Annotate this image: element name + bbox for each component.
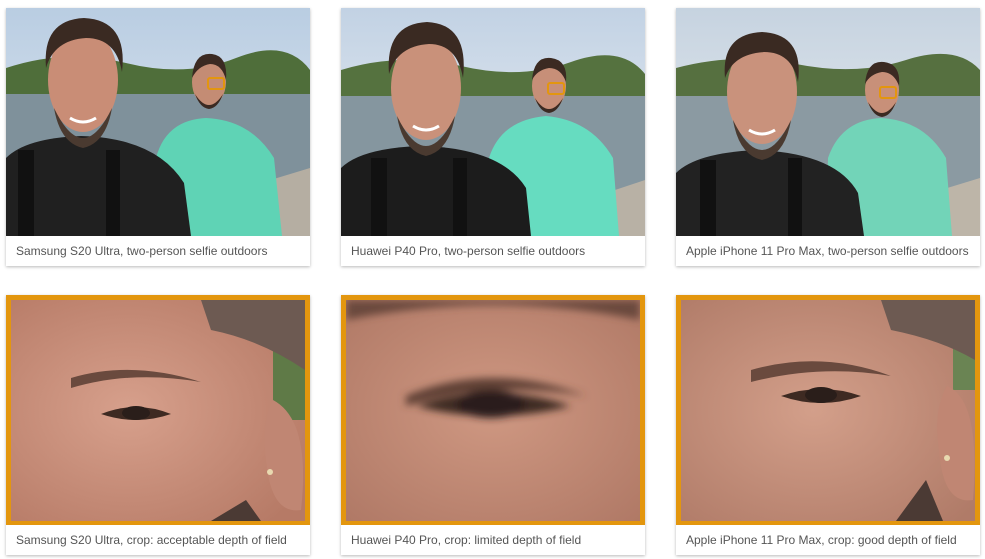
- crop-photo-samsung[interactable]: [11, 300, 305, 521]
- photo-caption: Apple iPhone 11 Pro Max, two-person self…: [676, 236, 980, 266]
- crop-card-samsung[interactable]: Samsung S20 Ultra, crop: acceptable dept…: [6, 295, 310, 555]
- crop-caption: Samsung S20 Ultra, crop: acceptable dept…: [6, 525, 310, 555]
- selfie-photo-samsung[interactable]: [6, 8, 310, 236]
- crop-caption: Huawei P40 Pro, crop: limited depth of f…: [341, 525, 645, 555]
- crop-photo-huawei[interactable]: [346, 300, 640, 521]
- photo-caption: Huawei P40 Pro, two-person selfie outdoo…: [341, 236, 645, 266]
- crop-caption: Apple iPhone 11 Pro Max, crop: good dept…: [676, 525, 980, 555]
- crop-card-huawei[interactable]: Huawei P40 Pro, crop: limited depth of f…: [341, 295, 645, 555]
- photo-card-huawei[interactable]: Huawei P40 Pro, two-person selfie outdoo…: [341, 8, 645, 266]
- photo-card-samsung[interactable]: Samsung S20 Ultra, two-person selfie out…: [6, 8, 310, 266]
- photo-caption: Samsung S20 Ultra, two-person selfie out…: [6, 236, 310, 266]
- selfie-photo-huawei[interactable]: [341, 8, 645, 236]
- photo-card-iphone[interactable]: Apple iPhone 11 Pro Max, two-person self…: [676, 8, 980, 266]
- crop-card-iphone[interactable]: Apple iPhone 11 Pro Max, crop: good dept…: [676, 295, 980, 555]
- selfie-photo-iphone[interactable]: [676, 8, 980, 236]
- crop-photo-iphone[interactable]: [681, 300, 975, 521]
